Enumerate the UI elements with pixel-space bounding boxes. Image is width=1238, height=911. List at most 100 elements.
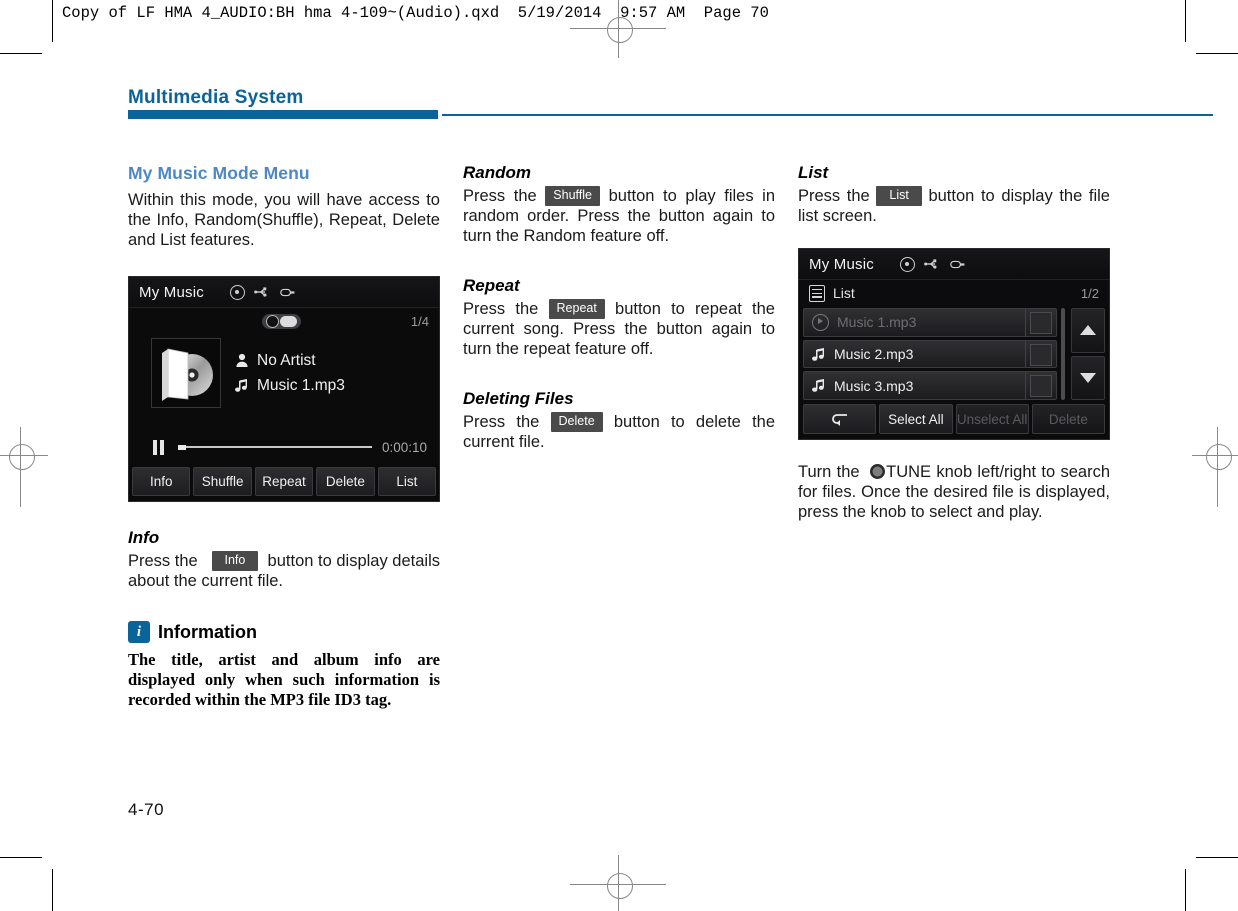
disc-icon bbox=[899, 256, 915, 272]
list-header-row: List 1/2 bbox=[799, 280, 1109, 306]
tune-knob-paragraph: Turn the TUNE knob left/right to search … bbox=[798, 462, 1110, 522]
music-note-icon bbox=[235, 379, 247, 392]
usb-icon bbox=[924, 259, 937, 269]
page-number: 4-70 bbox=[128, 800, 165, 819]
back-arrow-icon bbox=[831, 414, 847, 426]
delete-chip[interactable]: Delete bbox=[550, 412, 603, 432]
information-note-header: i Information bbox=[128, 621, 440, 643]
repeat-heading: Repeat bbox=[463, 276, 520, 295]
random-text-before: Press the bbox=[463, 187, 537, 205]
tune-text-before: Turn the bbox=[798, 463, 860, 481]
my-music-mode-menu-intro: Within this mode, you will have access t… bbox=[128, 191, 440, 249]
usb-icon bbox=[254, 287, 267, 297]
list-lines-icon bbox=[809, 284, 825, 302]
player-button-delete[interactable]: Delete bbox=[316, 467, 375, 496]
list-heading: List bbox=[798, 163, 829, 182]
player-page-indicator: 1/4 bbox=[410, 313, 429, 329]
random-heading: Random bbox=[463, 163, 531, 182]
aux-icon bbox=[280, 288, 295, 296]
music-note-icon bbox=[812, 379, 824, 392]
player-button-shuffle[interactable]: Shuffle bbox=[193, 467, 252, 496]
list-mode-label-group: List bbox=[809, 284, 855, 302]
tune-knob-label: TUNE bbox=[886, 463, 932, 481]
scroll-down-button[interactable] bbox=[1071, 355, 1105, 400]
list-item[interactable]: Music 1.mp3 bbox=[803, 308, 1057, 337]
player-button-list[interactable]: List bbox=[377, 467, 437, 496]
player-screen-title: My Music bbox=[139, 283, 204, 301]
player-now-playing: No Artist Music 1.mp3 bbox=[129, 334, 439, 430]
unselect-all-button[interactable]: Unselect All bbox=[955, 404, 1029, 434]
player-sub-row: 1/4 bbox=[129, 308, 439, 334]
list-scrollbar[interactable] bbox=[1061, 308, 1065, 400]
person-icon bbox=[236, 353, 248, 367]
arrow-up-icon bbox=[1080, 325, 1096, 336]
list-item-label: Music 2.mp3 bbox=[834, 346, 914, 362]
list-item-checkbox[interactable] bbox=[1030, 343, 1052, 366]
delete-button[interactable]: Delete bbox=[1031, 404, 1105, 434]
track-name: Music 1.mp3 bbox=[257, 376, 345, 394]
manual-page: Multimedia System My Music Mode Menu Wit… bbox=[0, 0, 1238, 911]
deleting-text-before: Press the bbox=[463, 413, 540, 431]
info-chip[interactable]: Info bbox=[211, 551, 259, 571]
player-progress-row: 0:00:10 bbox=[129, 430, 439, 464]
information-note-title: Information bbox=[158, 621, 257, 642]
disc-icon bbox=[229, 284, 245, 300]
list-paragraph: Press the List button to display the fil… bbox=[798, 186, 1110, 226]
section-rule-thick bbox=[128, 110, 438, 119]
player-top-bar: My Music bbox=[129, 277, 439, 308]
progress-handle[interactable] bbox=[178, 444, 186, 450]
list-mode-label: List bbox=[833, 285, 855, 301]
info-text-before: Press the bbox=[128, 552, 198, 570]
list-item[interactable]: Music 3.mp3 bbox=[803, 371, 1057, 401]
list-footer-bar: Select All Unselect All Delete bbox=[799, 400, 1109, 439]
elapsed-time: 0:00:10 bbox=[381, 439, 427, 455]
player-button-repeat[interactable]: Repeat bbox=[254, 467, 314, 496]
random-paragraph: Press the Shuffle button to play files i… bbox=[463, 186, 775, 246]
back-button[interactable] bbox=[803, 404, 877, 434]
progress-bar[interactable] bbox=[174, 440, 372, 454]
list-item-checkbox[interactable] bbox=[1030, 375, 1052, 398]
artist-row: No Artist bbox=[235, 348, 345, 373]
select-all-button[interactable]: Select All bbox=[879, 404, 953, 434]
my-music-list-screenshot: My Music List 1/2 Music 1.mp3 Music 2.mp… bbox=[798, 248, 1110, 440]
deleting-files-heading: Deleting Files bbox=[463, 389, 574, 408]
pause-icon[interactable] bbox=[153, 439, 164, 455]
info-heading: Info bbox=[128, 528, 160, 547]
music-note-icon bbox=[812, 347, 824, 361]
list-screen-title: My Music bbox=[809, 255, 874, 273]
list-body: Music 1.mp3 Music 2.mp3 Music 3.mp3 bbox=[799, 306, 1109, 401]
track-row: Music 1.mp3 bbox=[235, 373, 345, 398]
arrow-down-icon bbox=[1080, 372, 1096, 383]
repeat-chip[interactable]: Repeat bbox=[548, 299, 605, 319]
info-paragraph: Press the Info button to display details… bbox=[128, 551, 440, 591]
list-item[interactable]: Music 2.mp3 bbox=[803, 339, 1057, 369]
player-button-info[interactable]: Info bbox=[132, 467, 191, 496]
album-art-icon bbox=[151, 338, 221, 408]
artist-name: No Artist bbox=[257, 351, 316, 369]
list-top-bar: My Music bbox=[799, 249, 1109, 280]
deleting-files-paragraph: Press the Delete button to delete the cu… bbox=[463, 412, 775, 452]
section-title: Multimedia System bbox=[128, 87, 304, 108]
information-note: i Information The title, artist and albu… bbox=[128, 621, 440, 710]
shuffle-chip[interactable]: Shuffle bbox=[545, 186, 600, 206]
list-item-label: Music 3.mp3 bbox=[834, 377, 914, 394]
repeat-indicator-icon bbox=[262, 313, 301, 329]
list-page-indicator: 1/2 bbox=[1080, 285, 1099, 301]
list-text-before: Press the bbox=[798, 187, 870, 205]
repeat-paragraph: Press the Repeat button to repeat the cu… bbox=[463, 299, 775, 359]
column-three: List Press the List button to display th… bbox=[798, 163, 1110, 522]
list-status-icons bbox=[899, 256, 966, 272]
scroll-up-button[interactable] bbox=[1071, 308, 1105, 353]
column-two: Random Press the Shuffle button to play … bbox=[463, 163, 775, 452]
list-item-checkbox[interactable] bbox=[1030, 312, 1052, 334]
tune-knob-icon bbox=[870, 464, 886, 479]
list-chip[interactable]: List bbox=[876, 186, 922, 206]
track-metadata: No Artist Music 1.mp3 bbox=[235, 338, 345, 398]
repeat-text-before: Press the bbox=[463, 300, 539, 318]
list-item-label: Music 1.mp3 bbox=[837, 314, 917, 331]
player-status-icons bbox=[229, 284, 296, 300]
information-icon: i bbox=[128, 621, 150, 643]
aux-icon bbox=[950, 260, 965, 268]
list-rows: Music 1.mp3 Music 2.mp3 Music 3.mp3 bbox=[803, 308, 1057, 401]
